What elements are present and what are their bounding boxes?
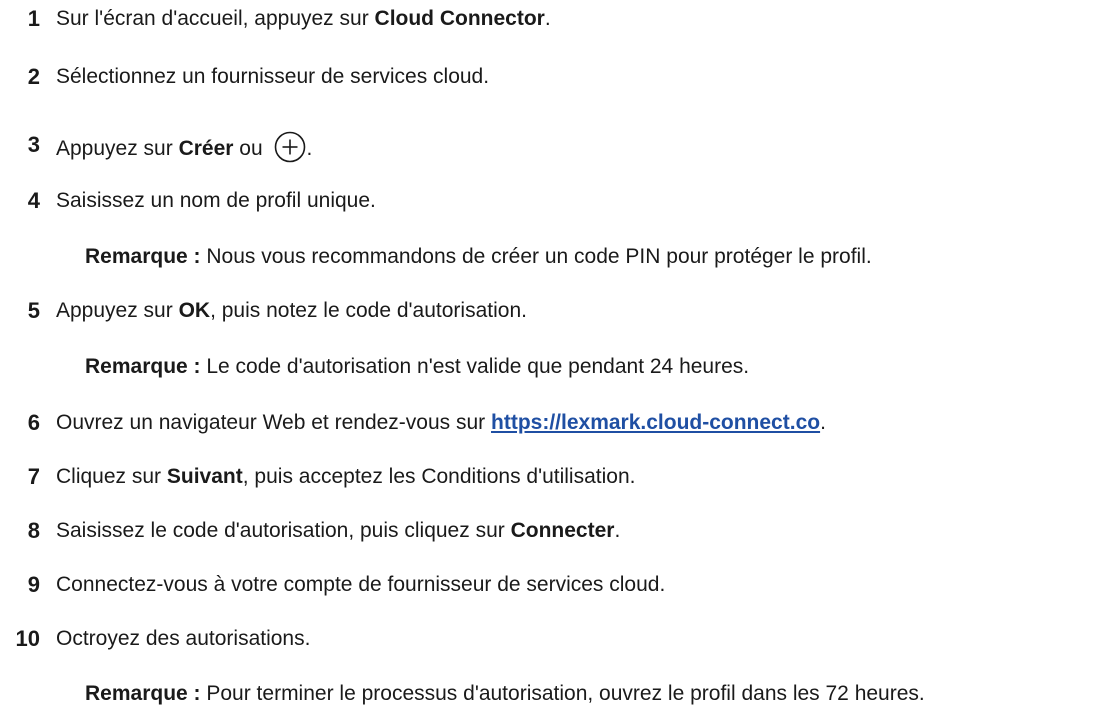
note-step-5: Remarque : Le code d'autorisation n'est …: [85, 353, 749, 381]
step-text-plain: Ouvrez un navigateur Web et rendez-vous …: [56, 411, 492, 434]
step-text-plain: Appuyez sur: [56, 299, 179, 322]
step-number: 5: [27, 298, 40, 323]
step-text-plain: Saisissez le code d'autorisation, puis c…: [56, 519, 511, 542]
instruction-steps: 1 Sur l'écran d'accueil, appuyez sur Clo…: [0, 0, 1095, 705]
step-text: Cliquez sur Suivant, puis acceptez les C…: [56, 463, 635, 491]
step-text: Connectez-vous à votre compte de fournis…: [56, 573, 666, 596]
step-text-plain: .: [544, 7, 551, 30]
note-label: Remarque :: [85, 355, 201, 378]
step-number: 2: [27, 64, 40, 89]
plus-circle-icon: [275, 131, 306, 163]
step-text-bold: OK: [178, 299, 211, 322]
step-text: Saisissez un nom de profil unique.: [56, 189, 376, 212]
step-text: Appuyez sur OK, puis notez le code d'aut…: [56, 297, 527, 325]
step-text: Appuyez sur Créer ou .: [56, 131, 312, 163]
step-number: 1: [27, 6, 40, 31]
step-text-bold: Cloud Connector: [374, 7, 545, 30]
step-number: 6: [27, 410, 40, 435]
step-text-plain: Sur l'écran d'accueil, appuyez sur: [56, 7, 375, 30]
step-text-plain: Appuyez sur: [56, 137, 179, 160]
note-text: Le code d'autorisation n'est valide que …: [200, 355, 750, 378]
step-text-plain: , puis acceptez les Conditions d'utilisa…: [242, 465, 636, 488]
step-number: 4: [27, 188, 40, 213]
lexmark-cloud-connect-link[interactable]: https://lexmark.cloud-connect.co: [491, 411, 820, 434]
step-text: Ouvrez un navigateur Web et rendez-vous …: [56, 409, 826, 437]
note-step-4: Remarque : Nous vous recommandons de cré…: [85, 243, 872, 271]
step-text-bold: Connecter: [510, 519, 615, 542]
note-step-10: Remarque : Pour terminer le processus d'…: [85, 680, 925, 708]
note-text: Nous vous recommandons de créer un code …: [200, 245, 872, 268]
step-text-bold: Créer: [178, 137, 234, 160]
step-number: 3: [27, 132, 40, 157]
step-text: Sélectionnez un fournisseur de services …: [56, 65, 490, 88]
step-text-plain: , puis notez le code d'autorisation.: [210, 299, 527, 322]
step-text-plain: Cliquez sur: [56, 465, 167, 488]
step-number: 9: [27, 572, 40, 597]
note-label: Remarque :: [85, 682, 201, 705]
step-text: Saisissez le code d'autorisation, puis c…: [56, 517, 620, 545]
step-number: 7: [27, 464, 40, 489]
step-text-plain: .: [820, 411, 826, 434]
step-text-plain: ou: [233, 137, 269, 160]
step-text-bold: Suivant: [166, 465, 243, 488]
note-text: Pour terminer le processus d'autorisatio…: [200, 682, 925, 705]
step-text-plain: .: [306, 137, 313, 160]
step-number: 10: [15, 626, 40, 651]
step-number: 8: [27, 518, 40, 543]
step-text: Sur l'écran d'accueil, appuyez sur Cloud…: [56, 5, 551, 33]
step-text-plain: .: [614, 519, 621, 542]
note-label: Remarque :: [85, 245, 201, 268]
step-text: Octroyez des autorisations.: [56, 627, 311, 650]
